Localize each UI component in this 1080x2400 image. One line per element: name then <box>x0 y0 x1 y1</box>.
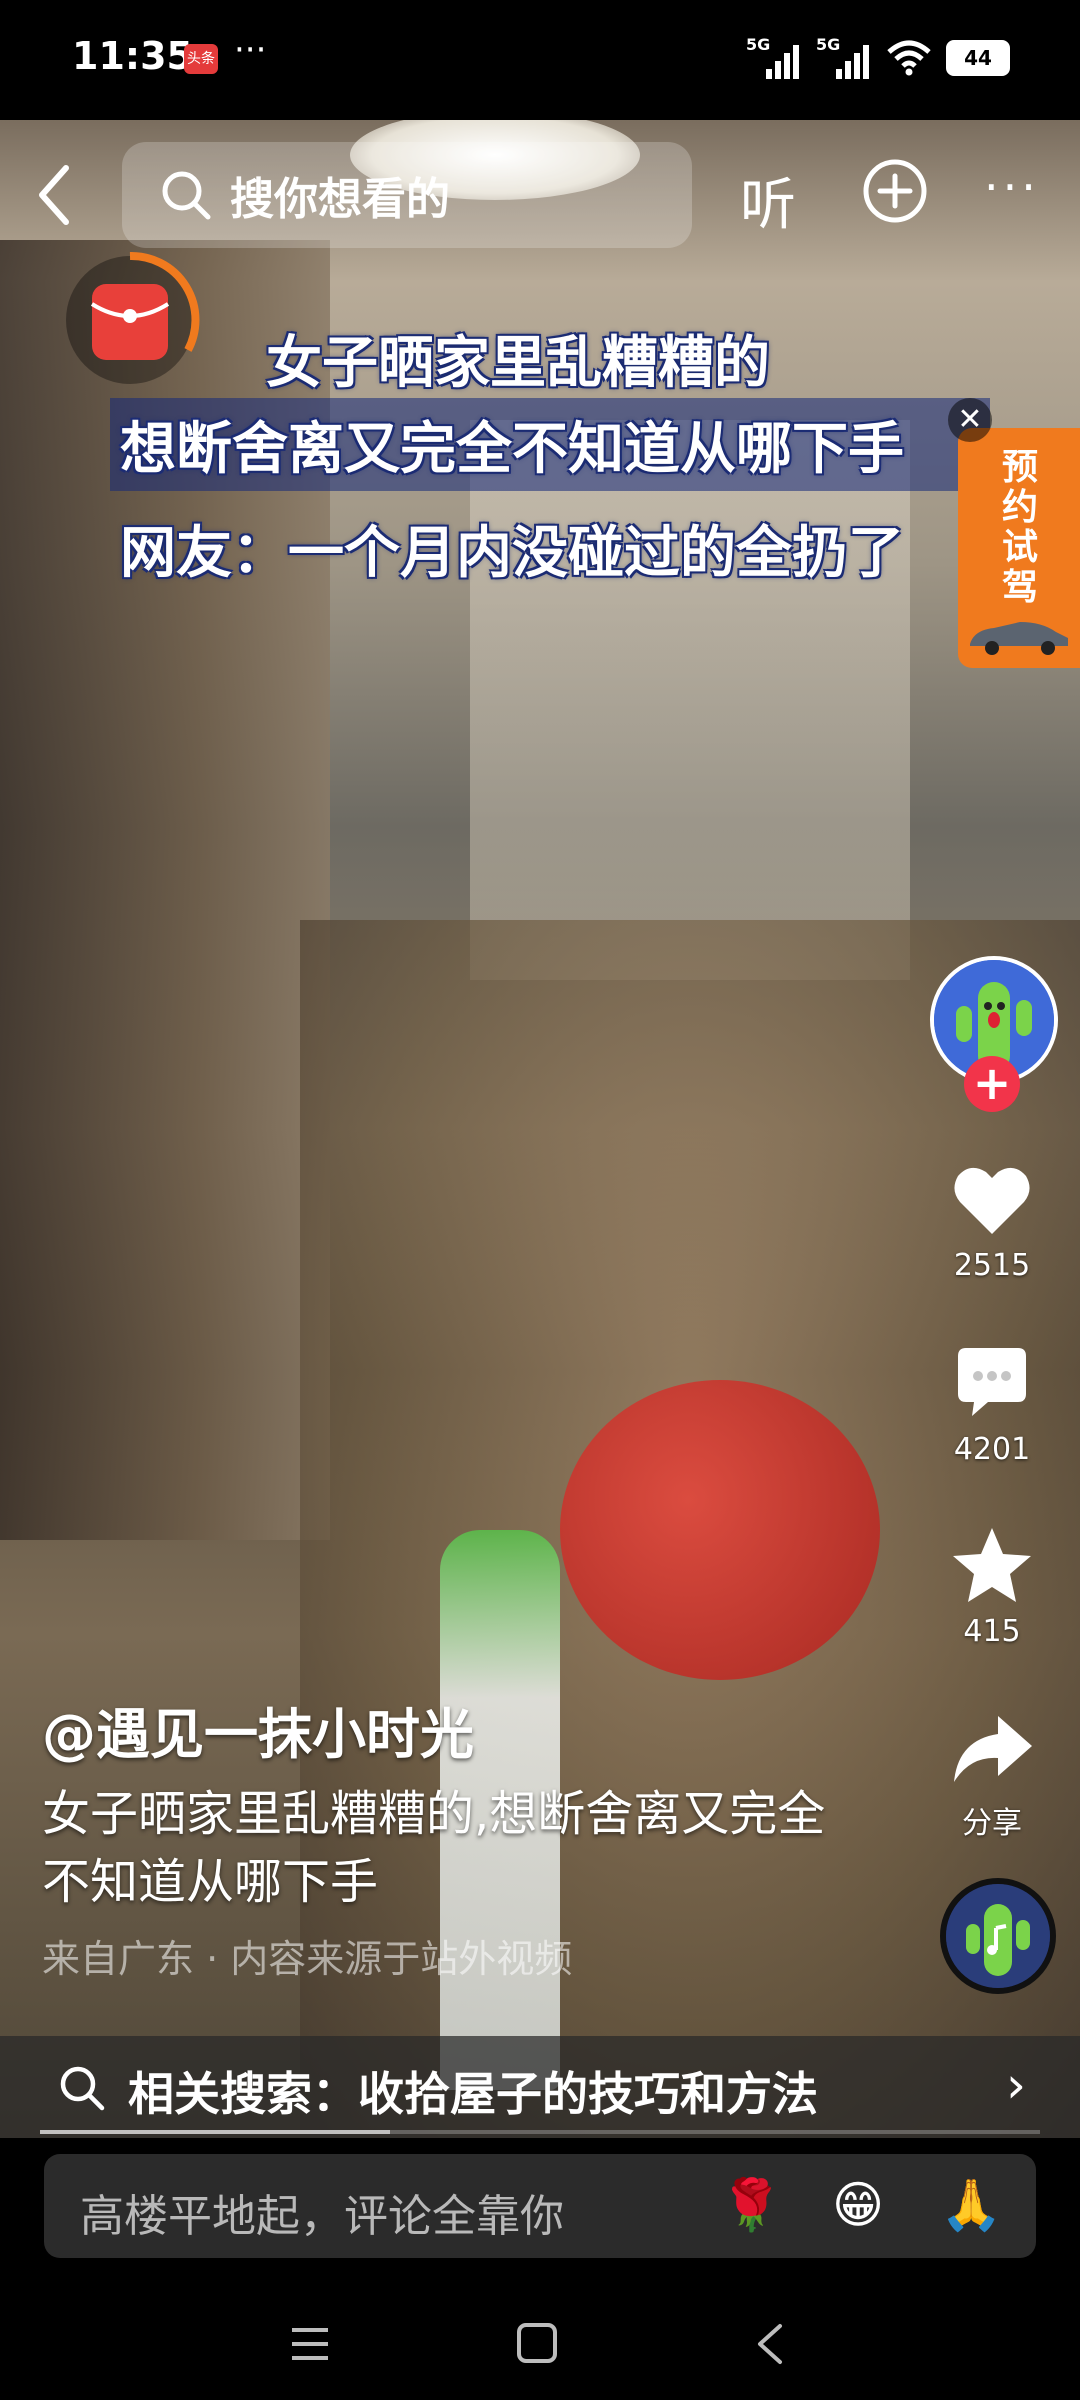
notification-overflow-icon: ··· <box>234 30 267 70</box>
listen-button[interactable]: 听 <box>740 160 796 241</box>
more-options-button[interactable]: ··· <box>984 160 1040 214</box>
related-search-text: 相关搜索：收拾屋子的技巧和方法 <box>128 2067 818 2121</box>
video-caption-line-3: 网友：一个月内没碰过的全扔了 <box>120 521 904 586</box>
home-icon[interactable] <box>516 2322 558 2364</box>
related-search-bar[interactable]: 相关搜索：收拾屋子的技巧和方法 › <box>0 2036 1080 2138</box>
video-caption-line-1: 女子晒家里乱糟糟的 <box>266 331 770 396</box>
rose-emoji-button[interactable]: 🌹 <box>720 2176 782 2235</box>
system-nav-bar <box>0 2288 1080 2400</box>
battery-icon: 44 <box>946 40 1010 76</box>
heart-icon <box>954 1167 1030 1234</box>
grin-emoji-button[interactable]: 😁 <box>832 2176 884 2234</box>
status-bar: 11:35 头条 ··· 5G 5G 44 <box>0 0 1080 120</box>
search-icon <box>60 2066 105 2111</box>
chevron-right-icon: › <box>1006 2056 1026 2114</box>
status-indicators: 5G 5G 44 <box>746 34 1010 82</box>
recent-apps-icon[interactable] <box>290 2324 330 2364</box>
cactus-music-icon <box>946 1884 1050 1988</box>
comment-button[interactable]: 4201 <box>930 1340 1054 1467</box>
ad-label: 预约试驾 <box>1002 447 1039 608</box>
like-button[interactable]: 2515 <box>930 1156 1054 1283</box>
back-arrow-icon[interactable] <box>30 160 80 230</box>
status-time: 11:35 <box>72 34 193 78</box>
like-count: 2515 <box>953 1248 1031 1283</box>
star-icon <box>953 1528 1031 1602</box>
video-caption-line-2: 想断舍离又完全不知道从哪下手 <box>110 398 990 491</box>
wifi-icon <box>887 40 931 76</box>
share-label: 分享 <box>962 1806 1022 1841</box>
video-progress-fill <box>40 2130 390 2134</box>
author-name[interactable]: @遇见一抹小时光 <box>42 1690 474 1769</box>
favorite-button[interactable]: 415 <box>930 1522 1054 1649</box>
follow-button[interactable]: + <box>964 1056 1020 1112</box>
share-button[interactable]: 分享 <box>930 1706 1054 1842</box>
news-app-badge: 头条 <box>184 44 218 74</box>
music-disc[interactable] <box>940 1878 1056 1994</box>
signal-icon-2: 5G <box>816 35 872 79</box>
red-packet-icon[interactable] <box>60 250 200 390</box>
search-input[interactable]: 搜你想看的 <box>122 142 692 248</box>
comment-placeholder: 高楼平地起，评论全靠你 <box>80 2191 564 2242</box>
signal-icon-1: 5G <box>746 35 802 79</box>
comment-bubble-icon <box>958 1348 1026 1416</box>
share-arrow-icon <box>954 1716 1032 1782</box>
test-drive-ad[interactable]: 预约试驾 <box>958 428 1080 668</box>
pray-emoji-button[interactable]: 🙏 <box>940 2176 1002 2235</box>
ad-close-button[interactable]: ✕ <box>948 398 992 442</box>
comment-count: 4201 <box>953 1432 1031 1467</box>
comment-input[interactable]: 高楼平地起，评论全靠你 🌹 😁 🙏 <box>44 2154 1036 2258</box>
search-icon <box>162 171 211 220</box>
bottom-area: 高楼平地起，评论全靠你 🌹 😁 🙏 <box>0 2138 1080 2400</box>
add-circle-icon[interactable] <box>862 158 928 224</box>
video-frame-cabinet <box>470 420 910 980</box>
search-placeholder: 搜你想看的 <box>230 174 450 225</box>
back-icon[interactable] <box>750 2322 790 2366</box>
car-icon <box>970 622 1068 655</box>
post-description[interactable]: 女子晒家里乱糟糟的,想断舍离又完全不知道从哪下手 <box>42 1780 862 1916</box>
post-source: 来自广东 · 内容来源于站外视频 <box>42 1937 573 1981</box>
video-frame-red-bucket <box>560 1380 880 1680</box>
favorite-count: 415 <box>963 1614 1021 1649</box>
top-bar: 搜你想看的 听 ··· <box>0 120 1080 260</box>
video-progress-bar[interactable] <box>40 2130 1040 2134</box>
